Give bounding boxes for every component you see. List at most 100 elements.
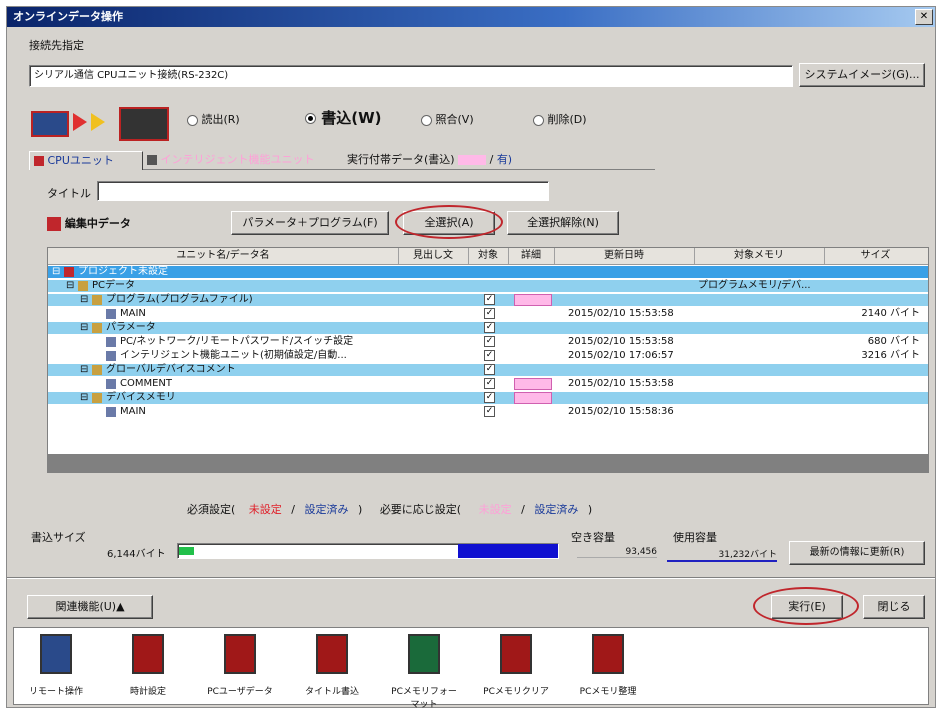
table-row[interactable]: ⊟ グローバルデバイスコメント ✓ [48, 364, 928, 376]
system-image-button[interactable]: システムイメージ(G)... [799, 63, 925, 87]
radio-read-button[interactable] [187, 114, 198, 126]
update-info-button[interactable]: 最新の情報に更新(R) [789, 541, 925, 565]
detail-button[interactable] [514, 392, 552, 404]
col-header-target[interactable]: 対象 [468, 248, 509, 264]
radio-read[interactable]: 読出(R) [187, 111, 240, 127]
target-checkbox[interactable]: ✓ [484, 294, 495, 305]
col-header-date[interactable]: 更新日時 [554, 248, 695, 264]
table-row[interactable]: ⊟ PCデータ プログラムメモリ/デバ... [48, 280, 928, 292]
row-name: プログラム(プログラムファイル) [106, 294, 253, 305]
tree-node-icon [64, 267, 74, 277]
close-icon[interactable]: ✕ [915, 9, 933, 25]
col-header-heading[interactable]: 見出し文 [398, 248, 469, 264]
tree-node-icon [78, 281, 88, 291]
target-checkbox[interactable]: ✓ [484, 364, 495, 375]
tab-cpu-unit-label: CPUユニット [47, 154, 114, 167]
used-capacity-fill [458, 544, 558, 558]
remote-operation-icon [40, 634, 72, 674]
legend-required: 必須設定( [187, 503, 236, 516]
table-row[interactable]: インテリジェント機能ユニット(初期値設定/自動... ✓ 2015/02/10 17… [48, 350, 928, 362]
expand-icon[interactable]: ⊟ [52, 266, 62, 278]
row-name: MAIN [120, 406, 146, 417]
table-row[interactable]: MAIN ✓ 2015/02/10 15:58:36 [48, 406, 928, 418]
legend-optional: 必要に応じ設定( [379, 503, 462, 516]
radio-write[interactable]: 書込(W) [305, 107, 382, 128]
expand-icon[interactable]: ⊟ [80, 322, 90, 334]
tab-intelligent-label: インテリジェント機能ユニット [160, 153, 315, 166]
expand-icon[interactable]: ⊟ [80, 392, 90, 404]
toolbar-item[interactable]: PCユーザデータ [204, 628, 276, 697]
expand-icon[interactable]: ⊟ [66, 280, 76, 292]
toolbar-item[interactable]: タイトル書込 [296, 628, 368, 697]
row-name: MAIN [120, 308, 146, 319]
toolbar-item[interactable]: PCメモリ整理 [572, 628, 644, 697]
target-checkbox[interactable]: ✓ [484, 378, 495, 389]
toolbar-item-label: リモート操作 [28, 687, 83, 697]
col-header-size[interactable]: サイズ [824, 248, 927, 264]
target-checkbox[interactable]: ✓ [484, 336, 495, 347]
row-date: 2015/02/10 17:06:57 [568, 350, 674, 361]
expand-icon[interactable]: ⊟ [80, 364, 90, 376]
highlight-circle [395, 205, 503, 239]
expand-icon[interactable]: ⊟ [80, 294, 90, 306]
target-checkbox[interactable]: ✓ [484, 406, 495, 417]
table-footer [48, 454, 928, 472]
tab-file-info[interactable]: 実行付帯データ(書込) / 有) [347, 151, 637, 169]
detail-button[interactable] [514, 378, 552, 390]
row-date: 2015/02/10 15:53:58 [568, 308, 674, 319]
used-capacity-label: 使用容量 [673, 531, 717, 544]
row-date: 2015/02/10 15:53:58 [568, 336, 674, 347]
table-row[interactable]: ⊟ パラメータ ✓ [48, 322, 928, 334]
table-row[interactable]: MAIN ✓ 2015/02/10 15:53:58 2140 バイト [48, 308, 928, 320]
radio-delete[interactable]: 削除(D) [533, 111, 587, 127]
radio-verify[interactable]: 照合(V) [421, 111, 474, 127]
toolbar-item[interactable]: PCメモリクリア [480, 628, 552, 697]
row-name: パラメータ [106, 322, 156, 333]
pink-marker [458, 155, 487, 165]
toolbar-item[interactable]: PCメモリフォーマット [388, 628, 460, 710]
free-capacity-label: 空き容量 [571, 531, 615, 544]
tab-file-info-slash: / [489, 153, 494, 166]
radio-verify-button[interactable] [421, 114, 432, 126]
param-program-button[interactable]: パラメータ＋プログラム(F) [231, 211, 389, 235]
col-header-name[interactable]: ユニット名/データ名 [48, 248, 399, 264]
free-capacity-value: 93,456 [577, 547, 657, 558]
radio-write-button[interactable] [305, 113, 316, 124]
connection-field: シリアル通信 CPUユニット接続(RS-232C) [29, 65, 793, 87]
editing-data-label: 編集中データ [64, 217, 131, 230]
target-checkbox[interactable]: ✓ [484, 350, 495, 361]
col-header-memory[interactable]: 対象メモリ [694, 248, 825, 264]
table-row[interactable]: ⊟ プログラム(プログラムファイル) ✓ [48, 294, 928, 306]
legend-unset: 未設定 [248, 503, 282, 516]
row-name: PCデータ [92, 280, 136, 291]
cpu-unit-icon [34, 156, 44, 166]
used-capacity-value: 31,232バイト [667, 547, 777, 562]
col-header-detail[interactable]: 詳細 [508, 248, 555, 264]
legend-opt-set: 設定済み [534, 503, 579, 516]
row-date: 2015/02/10 15:53:58 [568, 378, 674, 389]
title-input[interactable] [97, 181, 549, 201]
radio-delete-button[interactable] [533, 114, 544, 126]
row-date: 2015/02/10 15:58:36 [568, 406, 674, 417]
table-row[interactable]: ⊟ デバイスメモリ ✓ [48, 392, 928, 404]
tab-cpu-unit[interactable]: CPUユニット [29, 151, 143, 170]
toolbar-item[interactable]: 時計設定 [112, 628, 184, 697]
toolbar-item[interactable]: リモート操作 [20, 628, 92, 697]
row-memory: プログラムメモリ/デバ... [698, 280, 811, 291]
table-row[interactable]: COMMENT ✓ 2015/02/10 15:53:58 [48, 378, 928, 390]
table-row[interactable]: PC/ネットワーク/リモートパスワード/スイッチ設定 ✓ 2015/02/10 15… [48, 336, 928, 348]
deselect-all-button[interactable]: 全選択解除(N) [507, 211, 619, 235]
operation-graphic [31, 107, 179, 141]
detail-button[interactable] [514, 294, 552, 306]
tab-intelligent[interactable]: インテリジェント機能ユニット [147, 151, 337, 169]
target-checkbox[interactable]: ✓ [484, 308, 495, 319]
function-toolbar: リモート操作 時計設定 PCユーザデータ タイトル書込 PCメモリフォーマット PCメモリ… [13, 627, 929, 710]
table-row[interactable]: ⊟ プロジェクト未設定 [48, 266, 928, 278]
legend-opt-unset: 未設定 [478, 503, 512, 516]
target-checkbox[interactable]: ✓ [484, 322, 495, 333]
legend-sep: / [291, 503, 296, 516]
write-size-value: 6,144バイト [107, 549, 166, 560]
close-button[interactable]: 閉じる [863, 595, 925, 619]
related-functions-button[interactable]: 関連機能(U)▲ [27, 595, 153, 619]
target-checkbox[interactable]: ✓ [484, 392, 495, 403]
